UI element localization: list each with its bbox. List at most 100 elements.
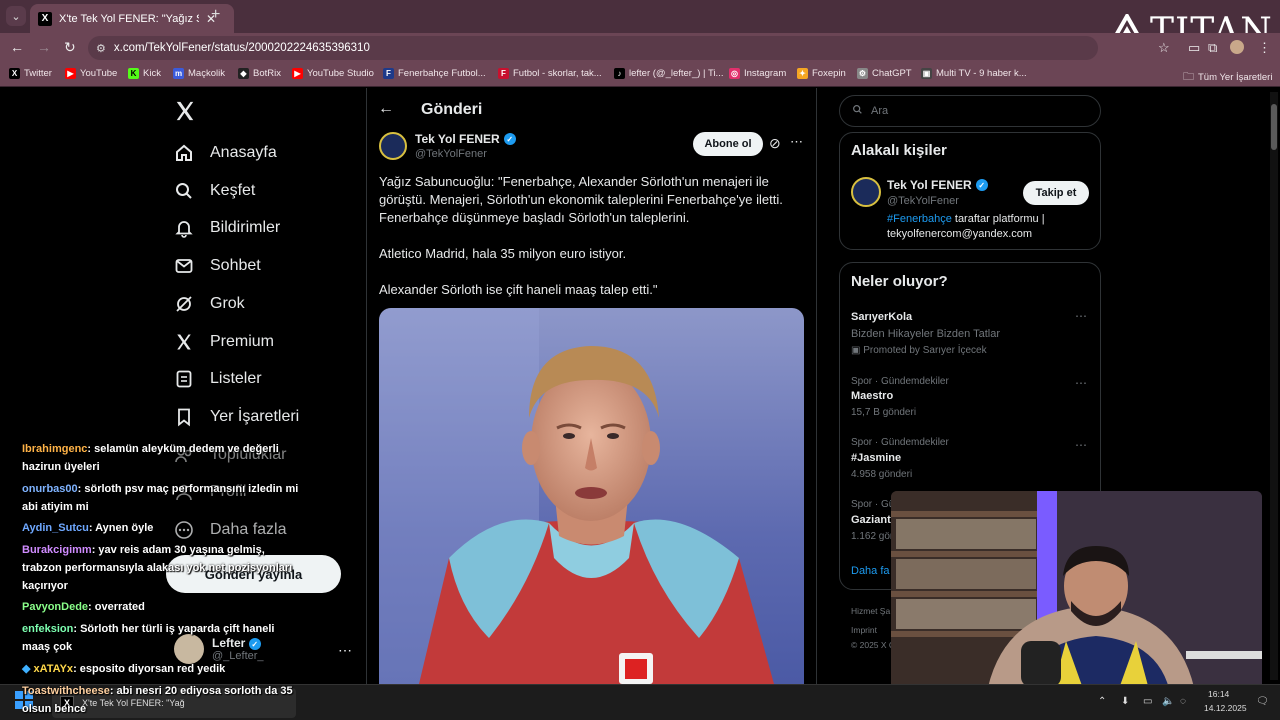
bookmark-botrix[interactable]: ◆ BotRix xyxy=(238,68,281,79)
related-name-text: Tek Yol FENER xyxy=(887,178,972,192)
bookmark-flashscore[interactable]: F Futbol - skorlar, tak... xyxy=(498,68,602,79)
trend-more-icon[interactable]: ⋯ xyxy=(1075,438,1088,452)
all-bookmarks[interactable]: 🗀 Tüm Yer İşaretleri xyxy=(1183,68,1272,87)
player-photo-image xyxy=(379,308,804,684)
back-arrow-icon[interactable]: ← xyxy=(10,39,24,55)
post-photo[interactable] xyxy=(379,308,804,684)
bell-icon xyxy=(174,218,194,238)
footer-link[interactable]: Hizmet Şa xyxy=(851,606,890,616)
tab-search-button[interactable]: ⌄ xyxy=(6,6,26,26)
mackolik-icon: m xyxy=(173,68,184,79)
author-name[interactable]: Tek Yol FENER ✓ xyxy=(415,132,516,146)
column-divider xyxy=(366,88,367,684)
trend-title[interactable]: Maestro xyxy=(851,390,893,402)
tray-app-icon[interactable]: ⬇ xyxy=(1121,696,1129,707)
more-options-icon[interactable]: ⋯ xyxy=(790,134,803,150)
folder-icon: 🗀 xyxy=(1183,71,1194,83)
browser-tab-bar: ⌄ X X'te Tek Yol FENER: "Yağız Sabu ✕ + xyxy=(0,0,1280,33)
x-logo-icon[interactable] xyxy=(174,100,196,122)
back-arrow-icon[interactable]: ← xyxy=(378,100,394,118)
sidebar-item-lists[interactable]: Listeler xyxy=(174,369,262,389)
url-field[interactable]: ⚙ x.com/TekYolFener/status/2000202224635… xyxy=(88,36,1098,60)
trend-title[interactable]: #Jasmine xyxy=(851,452,901,464)
chat-text: : Aynen öyle xyxy=(88,522,154,534)
search-placeholder: Ara xyxy=(871,105,889,117)
trend-more-icon[interactable]: ⋯ xyxy=(1075,376,1088,390)
bookmark-youtube[interactable]: ▶ YouTube xyxy=(65,68,117,79)
bookmark-chatgpt[interactable]: ⚙ ChatGPT xyxy=(857,68,912,79)
clock-time[interactable]: 16:14 xyxy=(1208,689,1229,699)
sidebar-item-label: Anasayfa xyxy=(210,144,277,161)
active-tab[interactable]: X X'te Tek Yol FENER: "Yağız Sabu ✕ xyxy=(30,4,234,33)
star-bookmark-icon[interactable]: ☆ xyxy=(1158,40,1170,56)
bookmark-foxepin[interactable]: ✦ Foxepin xyxy=(797,68,846,79)
sidebar-item-messages[interactable]: Sohbet xyxy=(174,256,261,276)
sidebar-item-home[interactable]: Anasayfa xyxy=(174,143,277,163)
bookmark-label: BotRix xyxy=(253,68,281,79)
reload-icon[interactable]: ↻ xyxy=(64,39,76,56)
forward-arrow-icon[interactable]: → xyxy=(37,39,51,55)
chat-message: Burakcigimm: yav reis adam 30 yaşına gel… xyxy=(22,541,302,595)
browser-menu-icon[interactable]: ⋮ xyxy=(1258,40,1271,56)
related-name[interactable]: Tek Yol FENER ✓ xyxy=(887,178,988,192)
volume-icon[interactable]: 🔈 xyxy=(1162,696,1174,707)
fenerbahce-icon: F xyxy=(383,68,394,79)
trend-title[interactable]: SarıyerKola xyxy=(851,311,912,323)
tray-icon[interactable]: ◌ xyxy=(1180,696,1186,707)
sidebar-item-explore[interactable]: Keşfet xyxy=(174,181,255,201)
subscribe-button[interactable]: Abone ol xyxy=(693,132,763,156)
bookmark-youtube-studio[interactable]: ▶ YouTube Studio xyxy=(292,68,374,79)
site-info-icon[interactable]: ⚙ xyxy=(96,42,106,55)
cast-icon[interactable]: ▭ xyxy=(1188,40,1200,56)
trend-subtitle: Bizden Hikayeler Bizden Tatlar xyxy=(851,328,1000,340)
sidebar-item-premium[interactable]: Premium xyxy=(174,332,274,352)
network-icon[interactable]: ▭ xyxy=(1143,696,1152,707)
post-text-paragraph: Yağız Sabuncuoğlu: "Fenerbahçe, Alexande… xyxy=(379,174,783,225)
sidebar-item-bookmarks[interactable]: Yer İşaretleri xyxy=(174,407,299,427)
grok-explain-icon[interactable]: ⊘ xyxy=(769,135,781,152)
related-avatar[interactable] xyxy=(851,177,881,207)
bookmark-twitter[interactable]: X Twitter xyxy=(9,68,52,79)
bookmark-fenerbahce[interactable]: F Fenerbahçe Futbol... xyxy=(383,68,486,79)
profile-avatar-icon[interactable] xyxy=(1230,40,1244,54)
bookmark-tiktok[interactable]: ♪ lefter (@_lefter_) | Ti... xyxy=(614,68,723,79)
author-avatar[interactable] xyxy=(379,132,407,160)
tray-chevron-icon[interactable]: ⌃ xyxy=(1098,696,1106,707)
related-handle[interactable]: @TekYolFener xyxy=(887,195,959,207)
trend-title[interactable]: Gaziant xyxy=(851,514,891,526)
follow-button[interactable]: Takip et xyxy=(1023,181,1089,205)
x-icon: X xyxy=(9,68,20,79)
multitv-icon: ▣ xyxy=(921,68,932,79)
sidebar-item-grok[interactable]: Grok xyxy=(174,294,245,314)
bookmark-label: Twitter xyxy=(24,68,52,79)
hashtag-link[interactable]: #Fenerbahçe xyxy=(887,213,952,225)
extensions-icon[interactable]: ⧉ xyxy=(1208,40,1217,56)
home-icon xyxy=(174,143,194,163)
list-icon xyxy=(174,369,194,389)
trend-more-icon[interactable]: ⋯ xyxy=(1075,309,1088,323)
footer-link[interactable]: Imprint xyxy=(851,625,877,635)
related-bio: #Fenerbahçe taraftar platformu | tekyolf… xyxy=(887,212,1087,242)
chat-username: Ibrahimgenc xyxy=(22,443,88,455)
bookmark-kick[interactable]: K Kick xyxy=(128,68,161,79)
search-input[interactable]: Ara xyxy=(839,95,1101,127)
bookmark-label: YouTube Studio xyxy=(307,68,374,79)
chat-username: Burakcigimm xyxy=(22,544,92,556)
author-handle[interactable]: @TekYolFener xyxy=(415,148,487,160)
page-scrollbar[interactable] xyxy=(1270,92,1278,680)
show-more-link[interactable]: Daha fa xyxy=(851,565,890,577)
x-favicon-icon: X xyxy=(38,11,52,26)
bookmark-multitv[interactable]: ▣ Multi TV - 9 haber k... xyxy=(921,68,1027,79)
account-more-icon[interactable]: ⋯ xyxy=(338,642,352,659)
chat-message: Ibrahimgenc: selamün aleyküm dedem ve de… xyxy=(22,440,302,476)
clock-date[interactable]: 14.12.2025 xyxy=(1204,703,1247,713)
search-icon xyxy=(174,181,194,201)
new-tab-icon[interactable]: + xyxy=(211,6,220,24)
bookmark-mackolik[interactable]: m Maçkolik xyxy=(173,68,225,79)
bookmark-instagram[interactable]: ◎ Instagram xyxy=(729,68,786,79)
sidebar-item-notifications[interactable]: Bildirimler xyxy=(174,218,280,238)
bookmark-label: Instagram xyxy=(744,68,787,79)
notification-icon[interactable]: 🗨 xyxy=(1256,696,1269,707)
scrollbar-thumb[interactable] xyxy=(1271,104,1277,150)
sidebar-item-label: Bildirimler xyxy=(210,219,281,236)
